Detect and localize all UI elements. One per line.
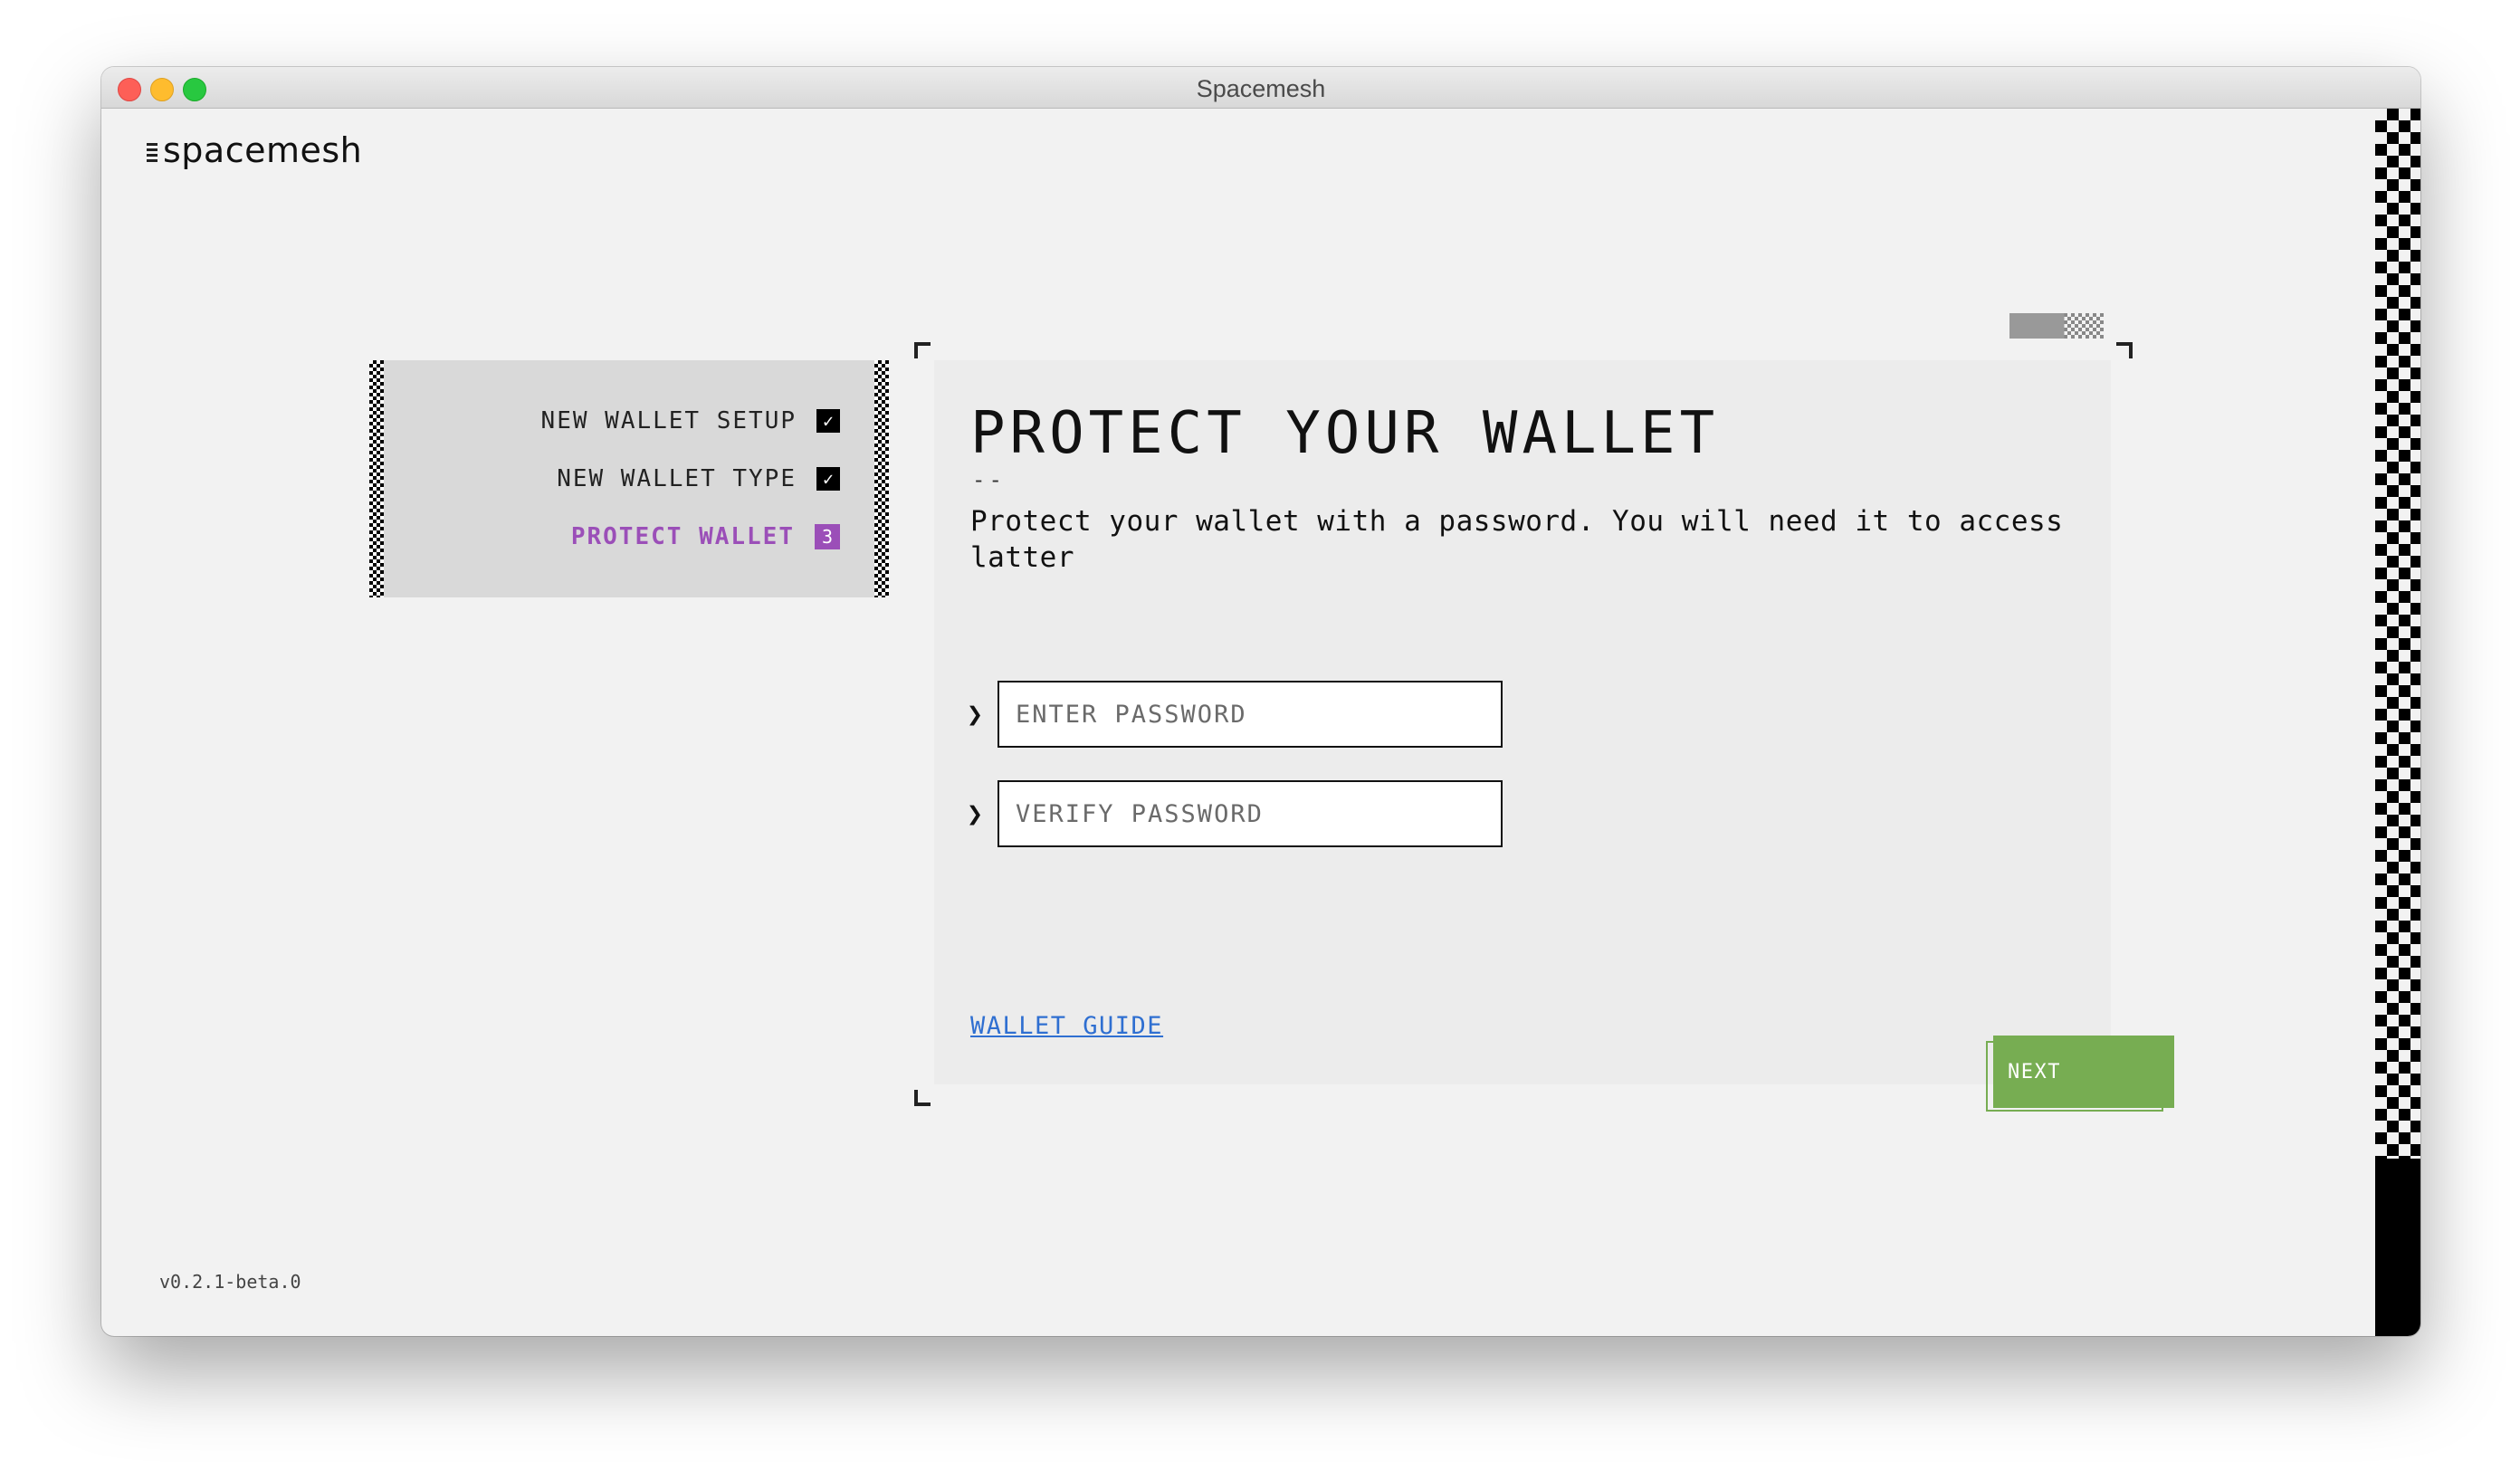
- checkmark-icon: ✓: [816, 409, 840, 433]
- title-bar[interactable]: Spacemesh: [101, 67, 2420, 109]
- chevron-right-icon: ❯: [967, 698, 984, 730]
- card-corner-bracket: [914, 1090, 931, 1106]
- password-row: ❯: [967, 681, 1503, 748]
- wallet-steps-panel: NEW WALLET SETUP ✓ NEW WALLET TYPE ✓ PRO…: [369, 360, 889, 597]
- verify-password-input[interactable]: [998, 780, 1503, 847]
- step-new-wallet-setup: NEW WALLET SETUP ✓: [541, 407, 840, 434]
- step-label: PROTECT WALLET: [570, 523, 795, 550]
- verify-password-row: ❯: [967, 780, 1503, 847]
- wallet-guide-link[interactable]: WALLET GUIDE: [970, 1012, 1163, 1040]
- checker-border-right: [874, 360, 889, 597]
- card-corner-bracket: [2116, 342, 2133, 358]
- page-title: PROTECT YOUR WALLET: [970, 400, 1720, 467]
- checker-border-left: [369, 360, 384, 597]
- checker-side-rail: [2375, 109, 2420, 1336]
- app-logo: spacemesh: [147, 130, 362, 170]
- logo-text: spacemesh: [163, 130, 363, 170]
- step-number-badge: 3: [815, 524, 840, 549]
- step-new-wallet-type: NEW WALLET TYPE ✓: [557, 465, 840, 492]
- next-button[interactable]: NEXT: [1993, 1036, 2174, 1108]
- chevron-right-icon: ❯: [967, 797, 984, 830]
- app-window: Spacemesh spacemesh NEW WALLET SETUP ✓ N…: [101, 67, 2420, 1336]
- page-subtitle: Protect your wallet with a password. You…: [970, 505, 2064, 574]
- password-input[interactable]: [998, 681, 1503, 748]
- step-label: NEW WALLET TYPE: [557, 465, 797, 492]
- version-label: v0.2.1-beta.0: [159, 1271, 301, 1293]
- card-corner-bracket: [914, 342, 931, 358]
- step-protect-wallet: PROTECT WALLET 3: [571, 523, 840, 550]
- protect-wallet-card: PROTECT YOUR WALLET -- Protect your wall…: [934, 360, 2174, 1112]
- checkmark-icon: ✓: [816, 467, 840, 491]
- window-title: Spacemesh: [1196, 75, 1326, 102]
- pixel-decoration: [2009, 313, 2104, 339]
- title-divider: --: [972, 467, 1006, 492]
- spacemesh-logo-icon: [147, 143, 158, 163]
- step-label: NEW WALLET SETUP: [540, 407, 797, 434]
